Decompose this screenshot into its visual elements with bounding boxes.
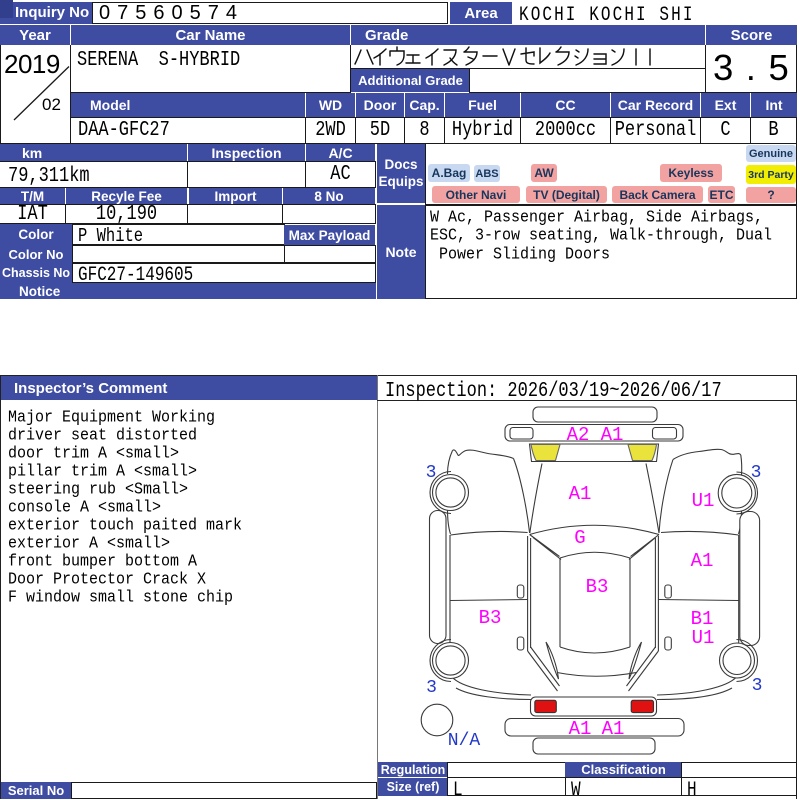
svg-text:B3: B3 bbox=[586, 576, 609, 598]
svg-text:U1: U1 bbox=[692, 490, 715, 512]
svg-text:A2: A2 bbox=[567, 424, 590, 446]
svg-text:3: 3 bbox=[752, 676, 763, 696]
svg-text:N/A: N/A bbox=[448, 731, 481, 751]
svg-text:U1: U1 bbox=[692, 627, 715, 649]
svg-text:A1: A1 bbox=[569, 718, 592, 740]
svg-text:A1: A1 bbox=[602, 718, 625, 740]
svg-text:3: 3 bbox=[426, 678, 437, 698]
svg-text:A1: A1 bbox=[569, 483, 592, 505]
svg-text:B3: B3 bbox=[479, 607, 502, 629]
svg-text:G: G bbox=[574, 527, 585, 549]
svg-text:3: 3 bbox=[426, 463, 437, 483]
svg-text:A1: A1 bbox=[601, 424, 624, 446]
svg-text:A1: A1 bbox=[691, 550, 714, 572]
svg-text:3: 3 bbox=[751, 463, 762, 483]
